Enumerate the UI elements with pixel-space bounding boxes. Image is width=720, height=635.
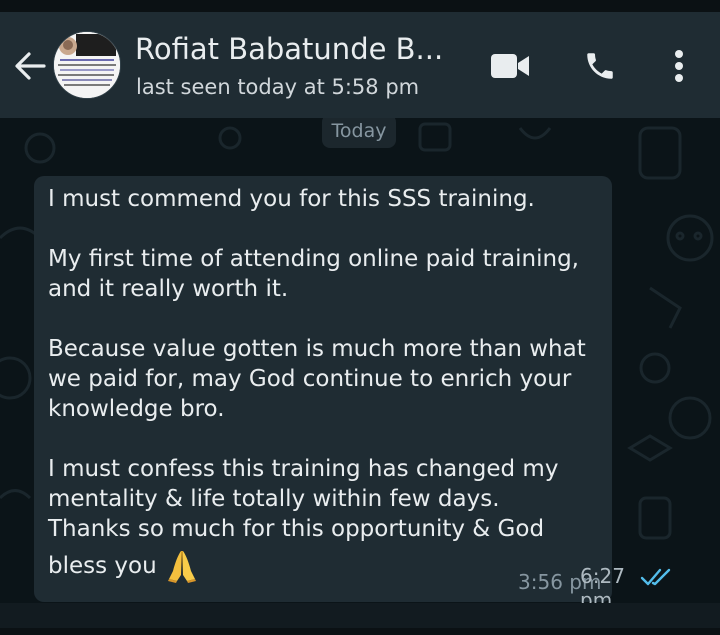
contact-photo — [54, 32, 120, 98]
back-button[interactable] — [12, 48, 48, 84]
date-separator: Today — [322, 118, 396, 148]
arrow-left-icon — [15, 52, 46, 80]
double-check-icon — [640, 568, 671, 586]
message-time: 6:27 pm — [580, 564, 625, 603]
status-bar — [0, 0, 720, 12]
message-bubble[interactable]: I must commend you for this SSS training… — [34, 176, 625, 603]
chat-header: Rofiat Babatunde B... last seen today at… — [0, 12, 720, 118]
message-paragraph: Because value gotten is much more than w… — [48, 336, 586, 422]
folded-hands-emoji — [167, 551, 196, 583]
message-paragraph: I must commend you for this SSS training… — [48, 186, 535, 212]
navigation-bar — [0, 628, 720, 635]
message-last-line-text: bless you — [48, 553, 157, 579]
phone-icon — [587, 53, 613, 79]
video-call-button[interactable] — [486, 50, 534, 82]
avatar[interactable] — [53, 31, 121, 99]
chat-area[interactable]: Today I must commend you for this SSS tr… — [0, 118, 720, 603]
message-last-line: bless you — [48, 549, 197, 583]
message-text: I must commend you for this SSS training… — [48, 176, 608, 544]
more-vertical-icon — [675, 50, 683, 82]
last-seen-status: last seen today at 5:58 pm — [136, 75, 420, 99]
message-paragraph: My first time of attending online paid t… — [48, 246, 579, 302]
message-paragraph: I must confess this training has changed… — [48, 456, 559, 542]
voice-call-button[interactable] — [578, 44, 622, 88]
contact-name[interactable]: Rofiat Babatunde B... — [135, 32, 443, 66]
more-options-button[interactable] — [664, 42, 694, 90]
video-camera-icon — [491, 54, 529, 78]
